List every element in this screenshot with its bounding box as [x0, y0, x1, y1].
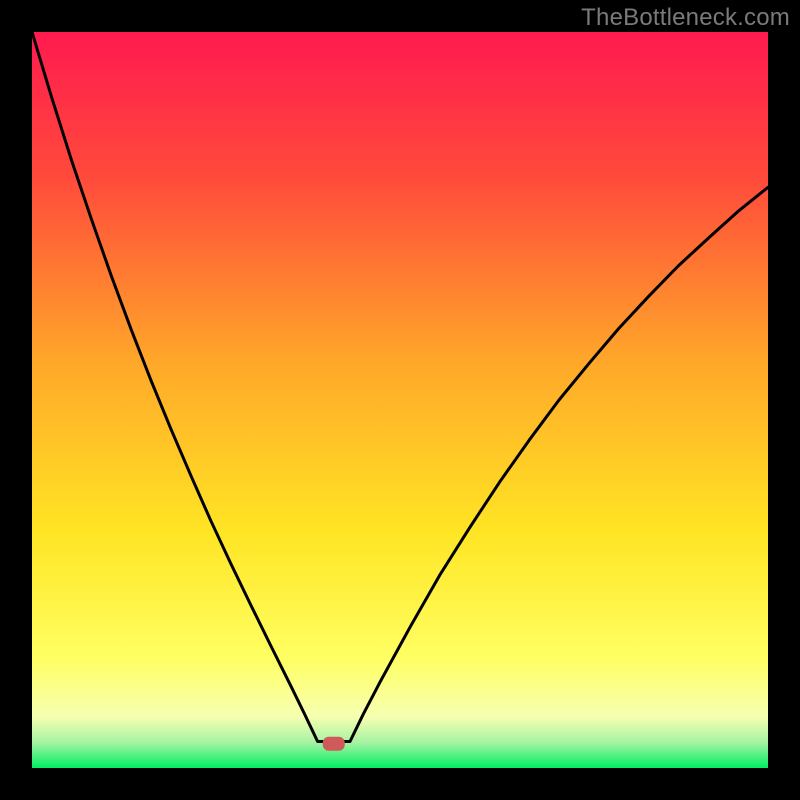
- bottleneck-chart: [0, 0, 800, 800]
- green-band: [32, 728, 768, 768]
- plot-background: [32, 32, 768, 768]
- watermark-text: TheBottleneck.com: [581, 4, 790, 32]
- chart-container: TheBottleneck.com: [0, 0, 800, 800]
- optimum-marker: [323, 737, 345, 751]
